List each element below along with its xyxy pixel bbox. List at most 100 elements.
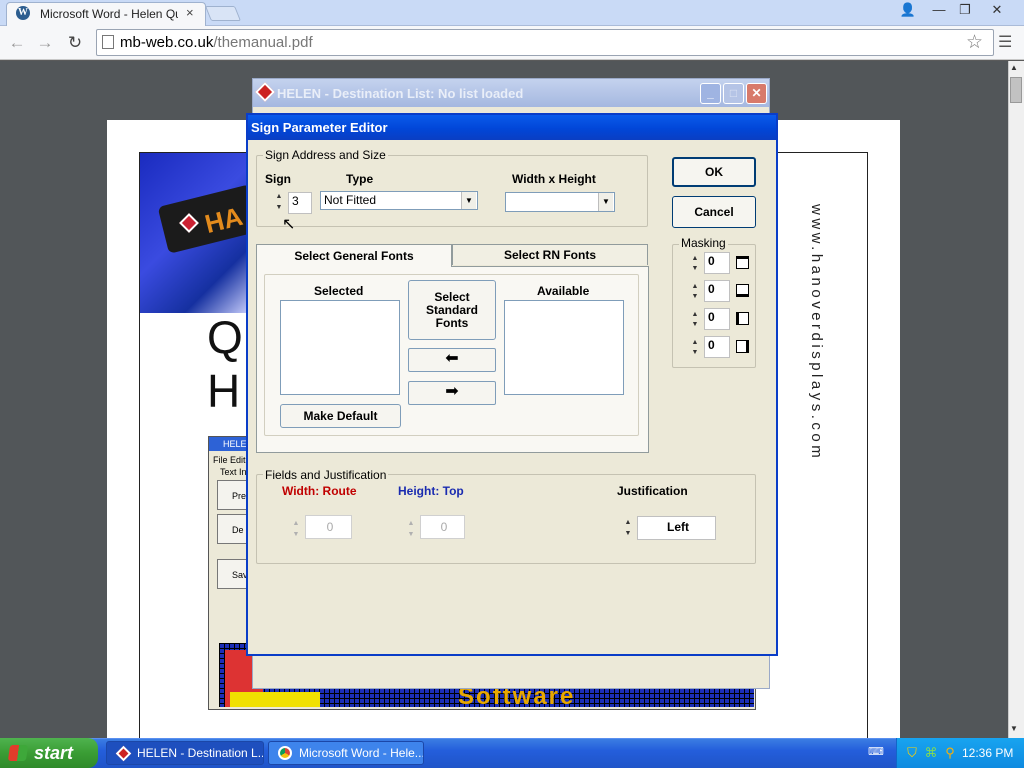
- move-right-button[interactable]: ➡: [408, 381, 496, 405]
- tab-select-rn-fonts[interactable]: Select RN Fonts: [452, 244, 648, 265]
- new-tab-button[interactable]: [204, 6, 242, 21]
- justification-label: Justification: [617, 484, 688, 498]
- helen-close-button[interactable]: ✕: [746, 83, 767, 104]
- search-icon[interactable]: ⚲: [943, 745, 957, 760]
- select-standard-fonts-label: Select Standard Fonts: [425, 290, 478, 330]
- sign-number-field[interactable]: 3: [288, 192, 312, 214]
- forward-arrow-icon[interactable]: →: [34, 32, 56, 54]
- scroll-down-icon[interactable]: ▼: [1010, 724, 1018, 733]
- window-close-button[interactable]: ✕: [984, 1, 1010, 19]
- page-icon: [102, 35, 114, 49]
- sign-spin-down-icon[interactable]: ▼: [272, 204, 286, 212]
- tab-title: Microsoft Word - Helen Quick: [40, 7, 178, 21]
- helen-minimize-button[interactable]: _: [700, 83, 721, 104]
- mini-titlebar: HELE: [209, 437, 249, 451]
- pdf-scrollbar[interactable]: [1008, 61, 1024, 738]
- mini-label: Text In: [220, 467, 247, 477]
- mask-bottom-spin-up-icon[interactable]: ▲: [688, 283, 702, 291]
- chrome-icon: [278, 746, 292, 760]
- justification-field[interactable]: Left: [637, 516, 716, 540]
- tab-select-general-fonts[interactable]: Select General Fonts: [256, 244, 452, 267]
- type-dropdown[interactable]: Not Fitted: [320, 191, 478, 210]
- height-top-label: Height: Top: [398, 484, 464, 498]
- dialog-title: Sign Parameter Editor: [251, 120, 388, 135]
- window-minimize-button[interactable]: —: [926, 1, 952, 19]
- mask-bottom-field[interactable]: 0: [704, 280, 730, 302]
- sign-address-group-label: Sign Address and Size: [263, 148, 388, 162]
- window-restore-button[interactable]: ❐: [952, 1, 978, 19]
- mask-top-spin-up-icon[interactable]: ▲: [688, 255, 702, 263]
- mask-bottom-spin-down-icon[interactable]: ▼: [688, 293, 702, 301]
- bookmark-star-icon[interactable]: ☆: [966, 31, 983, 54]
- clock: 12:36 PM: [962, 746, 1014, 760]
- mask-right-field[interactable]: 0: [704, 336, 730, 358]
- network-icon[interactable]: ⌘: [924, 745, 938, 760]
- mask-left-field[interactable]: 0: [704, 308, 730, 330]
- sign-spin-up-icon[interactable]: ▲: [272, 193, 286, 201]
- ok-button[interactable]: OK: [672, 157, 756, 187]
- selected-label: Selected: [314, 284, 364, 298]
- fields-justification-label: Fields and Justification: [263, 468, 389, 482]
- type-dropdown-value: Not Fitted: [324, 193, 377, 207]
- available-fonts-list[interactable]: [504, 300, 624, 395]
- mask-left-spin-up-icon[interactable]: ▲: [688, 311, 702, 319]
- url-path: /themanual.pdf: [213, 34, 313, 51]
- arrow-left-icon: ⬅: [445, 350, 459, 367]
- reload-icon[interactable]: ↻: [64, 32, 86, 54]
- justification-spin-up-icon[interactable]: ▲: [621, 519, 635, 527]
- masking-label: Masking: [679, 236, 728, 250]
- make-default-button[interactable]: Make Default: [280, 404, 401, 428]
- mask-top-field[interactable]: 0: [704, 252, 730, 274]
- cancel-button[interactable]: Cancel: [672, 196, 756, 228]
- type-label: Type: [346, 172, 374, 186]
- back-arrow-icon[interactable]: ←: [6, 32, 28, 54]
- mask-right-icon: [736, 340, 749, 353]
- url-domain: mb-web.co.uk: [120, 34, 214, 51]
- mask-top-icon: [736, 256, 749, 269]
- wordpress-icon: W: [16, 6, 30, 20]
- height-spin-down-icon[interactable]: ▼: [404, 531, 418, 539]
- shield-icon[interactable]: ⛉: [905, 745, 919, 760]
- cancel-button-label: Cancel: [694, 205, 734, 219]
- pdf-scroll-thumb[interactable]: [1010, 77, 1022, 103]
- height-spin-up-icon[interactable]: ▲: [404, 520, 418, 528]
- pdf-heading-line2: H: [207, 365, 241, 417]
- mask-left-icon: [736, 312, 749, 325]
- mask-left-spin-down-icon[interactable]: ▼: [688, 321, 702, 329]
- ok-button-label: OK: [705, 165, 723, 179]
- selected-fonts-list[interactable]: [280, 300, 400, 395]
- tab-close-icon[interactable]: ×: [186, 5, 194, 20]
- mouse-cursor-icon: ↖: [282, 216, 296, 233]
- width-spin-up-icon[interactable]: ▲: [289, 520, 303, 528]
- arrow-right-icon: ➡: [445, 383, 459, 400]
- mini-led-yellow: [230, 692, 320, 707]
- menu-icon[interactable]: ☰: [998, 32, 1012, 52]
- select-standard-fonts-button[interactable]: Select Standard Fonts: [408, 280, 496, 340]
- width-height-label: Width x Height: [512, 172, 596, 186]
- width-route-field[interactable]: 0: [305, 515, 352, 539]
- mask-right-spin-down-icon[interactable]: ▼: [688, 349, 702, 357]
- mask-right-spin-up-icon[interactable]: ▲: [688, 339, 702, 347]
- url-text[interactable]: mb-web.co.uk/themanual.pdf: [120, 34, 313, 51]
- make-default-label: Make Default: [303, 409, 378, 423]
- helen-maximize-button[interactable]: □: [723, 83, 744, 104]
- windows-flag-icon: [7, 745, 29, 761]
- mini-button-2: De: [217, 514, 247, 544]
- height-top-field[interactable]: 0: [420, 515, 465, 539]
- mask-top-spin-down-icon[interactable]: ▼: [688, 265, 702, 273]
- justification-spin-down-icon[interactable]: ▼: [621, 530, 635, 538]
- width-route-label: Width: Route: [282, 484, 357, 498]
- move-left-button[interactable]: ⬅: [408, 348, 496, 372]
- available-label: Available: [537, 284, 590, 298]
- width-height-dropdown-arrow-icon[interactable]: ▼: [598, 193, 613, 211]
- mini-button-1: Pre: [217, 480, 247, 510]
- pdf-side-url: www.hanoverdisplays.com: [808, 204, 825, 462]
- scroll-up-icon[interactable]: ▲: [1010, 63, 1018, 72]
- type-dropdown-arrow-icon[interactable]: ▼: [461, 192, 476, 209]
- sign-label: Sign: [265, 172, 291, 186]
- keyboard-icon[interactable]: ⌨: [868, 745, 884, 760]
- helen-title: HELEN - Destination List: No list loaded: [277, 86, 524, 101]
- user-icon[interactable]: 👤: [895, 1, 921, 19]
- mini-button-3: Sav: [217, 559, 248, 589]
- width-spin-down-icon[interactable]: ▼: [289, 531, 303, 539]
